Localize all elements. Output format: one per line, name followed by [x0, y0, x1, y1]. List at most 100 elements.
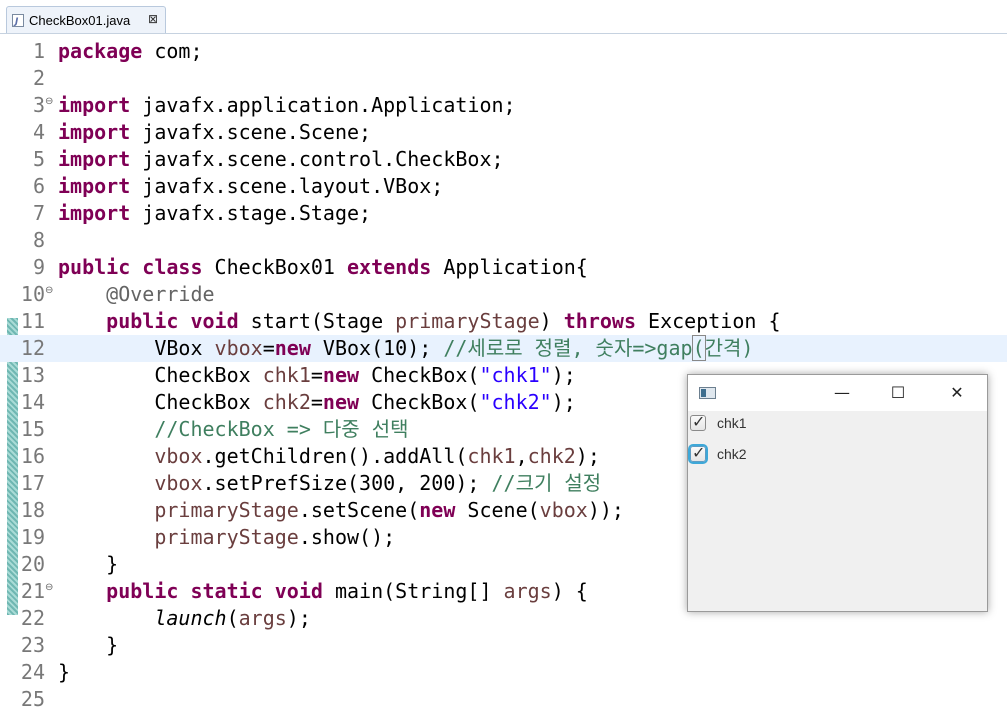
code-text: VBox vbox=new VBox(10); //세로로 정렬, 숫자=>ga…	[58, 335, 753, 362]
code-text: CheckBox chk2=new CheckBox("chk2");	[58, 389, 575, 416]
code-text: @Override	[58, 281, 215, 308]
code-token: Application{	[431, 255, 588, 279]
code-token: javafx.scene.Scene;	[130, 120, 372, 144]
code-line[interactable]: 6 import javafx.scene.layout.VBox;	[0, 173, 1007, 200]
code-token: primaryStage	[154, 525, 299, 549]
code-token: 간격)	[704, 336, 754, 360]
code-text: public void start(Stage primaryStage) th…	[58, 308, 780, 335]
line-number: 23	[20, 633, 45, 657]
code-text: import javafx.application.Application;	[58, 92, 516, 119]
maximize-button[interactable]: ☐	[875, 375, 921, 411]
code-token: CheckBox(	[359, 390, 480, 414]
code-token: @Override	[106, 282, 215, 306]
line-number: 17	[20, 471, 45, 495]
line-number: 14	[20, 390, 45, 414]
line-number: 12	[20, 336, 45, 360]
code-text: primaryStage.show();	[58, 524, 395, 551]
line-number: 25	[20, 687, 45, 711]
code-text: vbox.setPrefSize(300, 200); //크기 설정	[58, 470, 601, 497]
line-number: 15	[20, 417, 45, 441]
line-number: 3	[32, 93, 45, 117]
checkbox-box[interactable]: ✓	[690, 412, 706, 431]
code-line[interactable]: 24}	[0, 659, 1007, 686]
checkbox-label: chk1	[717, 415, 747, 431]
code-line[interactable]: 12 VBox vbox=new VBox(10); //세로로 정렬, 숫자=…	[0, 335, 1007, 362]
line-number: 18	[20, 498, 45, 522]
code-text: public class CheckBox01 extends Applicat…	[58, 254, 588, 281]
code-token: vbox	[154, 471, 203, 495]
line-number: 6	[32, 174, 45, 198]
close-button[interactable]: ✕	[934, 375, 980, 411]
code-token: );	[575, 444, 600, 468]
code-token: );	[551, 363, 576, 387]
code-text: CheckBox chk1=new CheckBox("chk1");	[58, 362, 576, 389]
line-number: 19	[20, 525, 45, 549]
editor-tab-bar: J CheckBox01.java ⊠	[0, 0, 1007, 34]
fold-toggle-icon[interactable]: ⊖	[45, 97, 53, 107]
tab-title: CheckBox01.java	[29, 13, 131, 28]
code-token: chk1	[467, 444, 516, 468]
code-token: }	[58, 633, 119, 657]
code-token: ) {	[551, 579, 588, 603]
code-token: (	[691, 335, 706, 361]
code-line[interactable]: 10 ⊖ @Override	[0, 281, 1007, 308]
code-token: }	[58, 660, 71, 684]
minimize-button[interactable]: —	[819, 375, 865, 411]
line-number: 8	[32, 228, 45, 252]
line-number: 7	[32, 201, 45, 225]
code-token: CheckBox(	[359, 363, 480, 387]
code-line[interactable]: 25	[0, 686, 1007, 713]
code-token: }	[58, 552, 119, 576]
code-text: //CheckBox => 다중 선택	[58, 416, 408, 443]
tab-bar-divider	[0, 33, 1007, 34]
code-token: VBox	[58, 336, 215, 360]
code-token: new	[419, 498, 456, 522]
code-line[interactable]: 5 import javafx.scene.control.CheckBox;	[0, 146, 1007, 173]
code-token: new	[322, 363, 360, 387]
fold-toggle-icon[interactable]: ⊖	[45, 286, 53, 296]
checkmark-icon: ✓	[692, 412, 706, 431]
code-text: public static void main(String[] args) {	[58, 578, 588, 605]
code-line[interactable]: 9 public class CheckBox01 extends Applica…	[0, 254, 1007, 281]
code-token: Scene(	[455, 498, 540, 522]
code-text: primaryStage.setScene(new Scene(vbox));	[58, 497, 624, 524]
code-token: ,	[515, 444, 528, 468]
code-line[interactable]: 8	[0, 227, 1007, 254]
window-title-bar[interactable]: — ☐ ✕	[688, 375, 987, 411]
tab-checkbox01-java[interactable]: J CheckBox01.java ⊠	[6, 6, 166, 34]
code-line[interactable]: 7 import javafx.stage.Stage;	[0, 200, 1007, 227]
code-token: .show();	[298, 525, 396, 549]
tab-close-icon[interactable]: ⊠	[148, 12, 158, 26]
code-token: CheckBox01	[202, 255, 347, 279]
code-text: }	[58, 659, 70, 686]
code-token: import	[58, 174, 131, 198]
code-token: javafx.stage.Stage;	[130, 201, 372, 225]
code-token: =	[262, 336, 275, 360]
code-token: (	[226, 606, 239, 630]
javafx-window[interactable]: — ☐ ✕ ✓ chk1 ✓ chk2	[687, 374, 988, 612]
line-number: 24	[20, 660, 45, 684]
code-line[interactable]: 2	[0, 65, 1007, 92]
code-token: new	[322, 390, 360, 414]
code-text: import javafx.scene.Scene;	[58, 119, 371, 146]
code-text: package com;	[58, 38, 203, 65]
checkbox-box[interactable]: ✓	[690, 443, 706, 462]
code-token: main(String[]	[322, 579, 504, 603]
code-token: public static void	[106, 579, 323, 603]
code-token: javafx.application.Application;	[130, 93, 516, 117]
checkbox-label: chk2	[717, 446, 747, 462]
code-line[interactable]: 11 public void start(Stage primaryStage)…	[0, 308, 1007, 335]
code-line[interactable]: 23 }	[0, 632, 1007, 659]
code-line[interactable]: 4 import javafx.scene.Scene;	[0, 119, 1007, 146]
checkmark-icon: ✓	[692, 443, 706, 462]
code-text: import javafx.stage.Stage;	[58, 200, 371, 227]
fold-toggle-icon[interactable]: ⊖	[45, 583, 53, 593]
code-line[interactable]: 1 package com;	[0, 38, 1007, 65]
code-line[interactable]: 3 ⊖ import javafx.application.Application;	[0, 92, 1007, 119]
code-token: .setPrefSize(300, 200);	[202, 471, 492, 495]
